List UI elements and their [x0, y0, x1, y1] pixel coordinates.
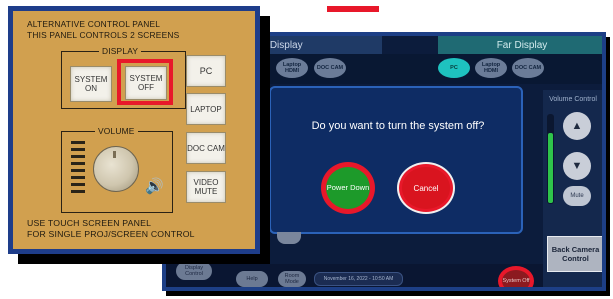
speaker-icon: 🔊 [145, 178, 164, 195]
panel-header-line1: ALTERNATIVE CONTROL PANEL [27, 19, 161, 29]
back-camera-control-button[interactable]: Back Camera Control [547, 236, 602, 272]
system-on-key[interactable]: SYSTEM ON [70, 66, 112, 102]
far-source-laptop-hdmi[interactable]: Laptop HDMI [475, 58, 507, 78]
panel-header-line2: THIS PANEL CONTROLS 2 SCREENS [27, 30, 180, 40]
volume-up-button[interactable]: ▲ [563, 112, 591, 140]
system-off-button[interactable]: System Off [500, 268, 532, 287]
far-source-doc-cam[interactable]: DOC CAM [512, 58, 544, 78]
left-tab-stub [277, 232, 301, 244]
alternative-control-panel: ALTERNATIVE CONTROL PANEL THIS PANEL CON… [8, 6, 260, 254]
confirm-dialog [269, 86, 523, 234]
dialog-prompt: Do you want to turn the system off? [311, 120, 485, 132]
triangle-up-icon: ▲ [571, 120, 583, 132]
display-control-button[interactable]: Display Control [176, 262, 212, 280]
near-source-laptop-hdmi[interactable]: Laptop HDMI [276, 58, 308, 78]
system-off-key[interactable]: SYSTEM OFF [125, 66, 167, 100]
knob-indicator [113, 151, 116, 158]
near-source-doc-cam[interactable]: DOC CAM [314, 58, 346, 78]
power-down-button[interactable]: Power Down [323, 164, 373, 212]
mute-button[interactable]: Mute [563, 186, 591, 206]
volume-level-fill [548, 133, 553, 203]
video-mute-key[interactable]: VIDEO MUTE [186, 171, 226, 203]
volume-title: Volume Control [549, 96, 597, 103]
help-button[interactable]: Help [236, 271, 268, 287]
doc-cam-key[interactable]: DOC CAM [186, 132, 226, 164]
volume-down-button[interactable]: ▼ [563, 152, 591, 180]
cancel-button[interactable]: Cancel [399, 164, 453, 212]
panel-footer-line2: FOR SINGLE PROJ/SCREEN CONTROL [27, 229, 195, 239]
date-time: November 16, 2022 - 10:50 AM [314, 272, 403, 286]
pc-key[interactable]: PC [186, 55, 226, 87]
tab-far-display[interactable]: Far Display [438, 36, 602, 54]
highlight-fragment [327, 6, 379, 12]
volume-led-meter [71, 141, 85, 193]
volume-knob[interactable] [93, 146, 139, 192]
room-mode-button[interactable]: Room Mode [278, 271, 306, 287]
far-source-pc[interactable]: PC [438, 58, 470, 78]
panel-footer-line1: USE TOUCH SCREEN PANEL [27, 218, 152, 228]
triangle-down-icon: ▼ [571, 160, 583, 172]
volume-label: VOLUME [95, 126, 138, 136]
laptop-key[interactable]: LAPTOP [186, 93, 226, 125]
display-label: DISPLAY [99, 46, 142, 56]
